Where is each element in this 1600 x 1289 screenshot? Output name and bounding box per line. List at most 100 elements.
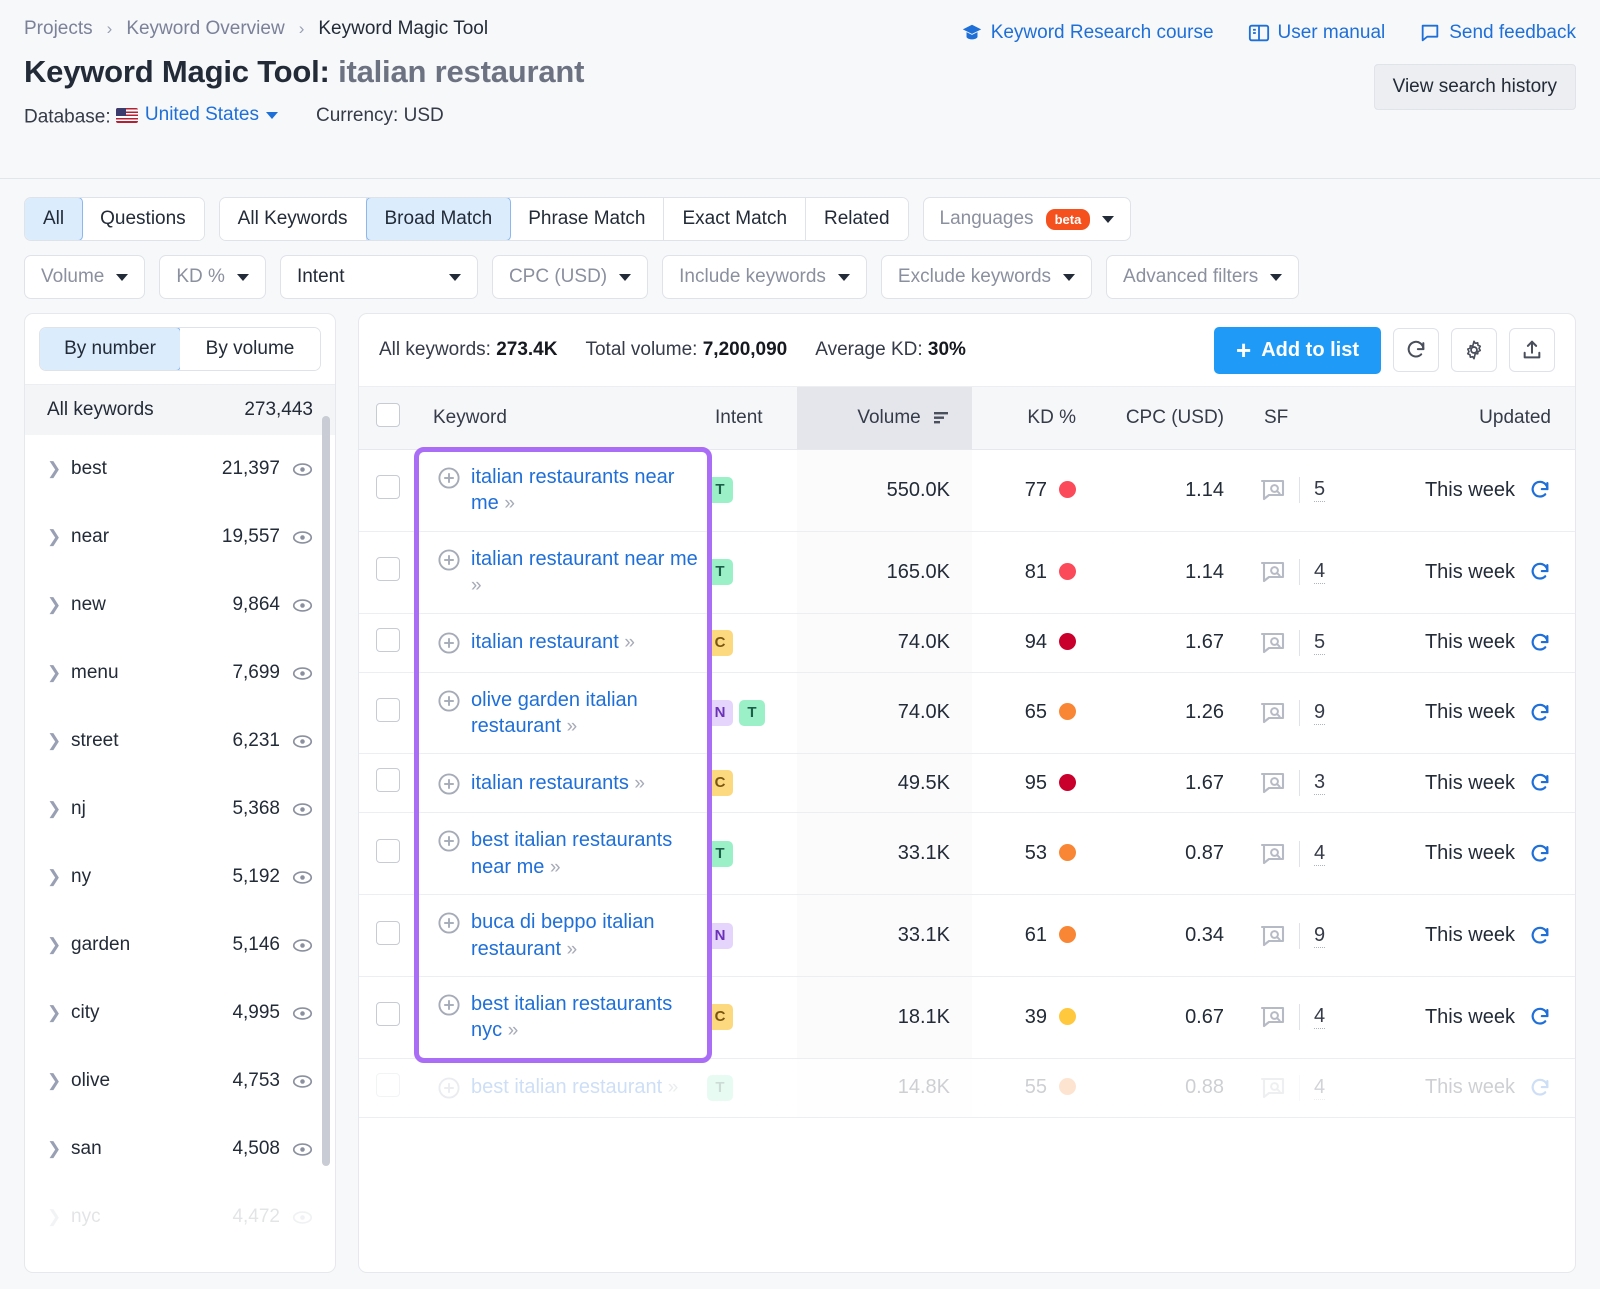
intent-badge-n[interactable]: N: [707, 700, 733, 726]
visibility-eye-icon[interactable]: [292, 867, 313, 888]
sidebar-group-item[interactable]: ❯nj5,368: [25, 775, 335, 843]
expand-keyword-icon[interactable]: »: [550, 857, 559, 878]
intent-badge-t[interactable]: T: [707, 477, 733, 503]
chevron-right-icon[interactable]: ❯: [47, 1071, 71, 1091]
row-checkbox[interactable]: [376, 1002, 400, 1026]
add-to-list-button[interactable]: + Add to list: [1214, 327, 1381, 374]
intent-badge-t[interactable]: T: [707, 1075, 733, 1101]
expand-keyword-icon[interactable]: »: [624, 632, 633, 653]
row-refresh-icon[interactable]: [1529, 772, 1551, 794]
row-checkbox[interactable]: [376, 557, 400, 581]
add-keyword-icon[interactable]: [437, 993, 461, 1017]
expand-keyword-icon[interactable]: »: [504, 493, 513, 514]
match-option-exact-match[interactable]: Exact Match: [664, 198, 806, 240]
filter-intent[interactable]: Intent: [280, 255, 478, 299]
expand-keyword-icon[interactable]: »: [508, 1020, 517, 1041]
sidebar-toggle-by-volume[interactable]: By volume: [180, 328, 320, 370]
filter-exclude-keywords[interactable]: Exclude keywords: [881, 255, 1092, 299]
row-refresh-icon[interactable]: [1529, 479, 1551, 501]
column-header-volume[interactable]: Volume: [797, 387, 972, 450]
chevron-right-icon[interactable]: ❯: [47, 459, 71, 479]
serp-preview-icon[interactable]: [1260, 925, 1285, 947]
sf-count[interactable]: 4: [1314, 842, 1325, 866]
breadcrumb-item-keyword-overview[interactable]: Keyword Overview: [126, 18, 284, 40]
intent-badge-t[interactable]: T: [739, 700, 765, 726]
sidebar-group-item[interactable]: ❯city4,995: [25, 979, 335, 1047]
visibility-eye-icon[interactable]: [292, 595, 313, 616]
chevron-right-icon[interactable]: ❯: [47, 731, 71, 751]
keyword-link[interactable]: best italian restaurants nyc »: [471, 991, 699, 1044]
sidebar-group-item[interactable]: ❯best21,397: [25, 435, 335, 503]
sidebar-all-keywords-row[interactable]: All keywords 273,443: [25, 384, 335, 435]
sf-count[interactable]: 5: [1314, 478, 1325, 502]
match-option-phrase-match[interactable]: Phrase Match: [510, 198, 664, 240]
column-header-updated[interactable]: Updated: [1362, 387, 1575, 450]
scope-option-all[interactable]: All: [24, 197, 83, 241]
send-feedback-link[interactable]: Send feedback: [1419, 22, 1576, 44]
serp-preview-icon[interactable]: [1260, 772, 1285, 794]
intent-badge-c[interactable]: C: [707, 770, 733, 796]
row-checkbox[interactable]: [376, 698, 400, 722]
select-all-checkbox[interactable]: [376, 403, 400, 427]
chevron-right-icon[interactable]: ❯: [47, 527, 71, 547]
column-header-kd[interactable]: KD %: [972, 387, 1092, 450]
sf-count[interactable]: 5: [1314, 631, 1325, 655]
visibility-eye-icon[interactable]: [292, 527, 313, 548]
row-checkbox[interactable]: [376, 628, 400, 652]
chevron-right-icon[interactable]: ❯: [47, 1003, 71, 1023]
match-option-related[interactable]: Related: [806, 198, 908, 240]
add-keyword-icon[interactable]: [437, 466, 461, 490]
filter-cpc[interactable]: CPC (USD): [492, 255, 648, 299]
column-header-keyword[interactable]: Keyword: [417, 387, 707, 450]
breadcrumb-item-keyword-magic-tool[interactable]: Keyword Magic Tool: [318, 18, 488, 40]
row-checkbox[interactable]: [376, 768, 400, 792]
serp-preview-icon[interactable]: [1260, 843, 1285, 865]
serp-preview-icon[interactable]: [1260, 702, 1285, 724]
sidebar-group-item[interactable]: ❯near19,557: [25, 503, 335, 571]
sidebar-group-item[interactable]: ❯street6,231: [25, 707, 335, 775]
sidebar-scrollbar[interactable]: [322, 416, 330, 1166]
chevron-right-icon[interactable]: ❯: [47, 935, 71, 955]
visibility-eye-icon[interactable]: [292, 459, 313, 480]
serp-preview-icon[interactable]: [1260, 1077, 1285, 1099]
intent-badge-c[interactable]: C: [707, 630, 733, 656]
sidebar-group-item[interactable]: ❯new9,864: [25, 571, 335, 639]
keyword-link[interactable]: best italian restaurants near me »: [471, 827, 699, 880]
visibility-eye-icon[interactable]: [292, 663, 313, 684]
intent-badge-t[interactable]: T: [707, 559, 733, 585]
table-settings-button[interactable]: [1451, 328, 1497, 372]
sf-count[interactable]: 3: [1314, 771, 1325, 795]
sf-count[interactable]: 9: [1314, 701, 1325, 725]
chevron-right-icon[interactable]: ❯: [47, 799, 71, 819]
row-checkbox[interactable]: [376, 839, 400, 863]
user-manual-link[interactable]: User manual: [1248, 22, 1386, 44]
export-button[interactable]: [1509, 328, 1555, 372]
add-keyword-icon[interactable]: [437, 911, 461, 935]
filter-kd[interactable]: KD %: [159, 255, 266, 299]
keyword-link[interactable]: italian restaurant »: [471, 629, 633, 655]
keyword-link[interactable]: italian restaurants »: [471, 770, 643, 796]
row-checkbox[interactable]: [376, 1073, 400, 1097]
match-option-broad-match[interactable]: Broad Match: [366, 197, 512, 241]
filter-advanced[interactable]: Advanced filters: [1106, 255, 1299, 299]
keyword-link[interactable]: buca di beppo italian restaurant »: [471, 909, 699, 962]
expand-keyword-icon[interactable]: »: [634, 773, 643, 794]
chevron-right-icon[interactable]: ❯: [47, 1139, 71, 1159]
sidebar-group-item[interactable]: ❯menu7,699: [25, 639, 335, 707]
column-header-intent[interactable]: Intent: [707, 387, 797, 450]
visibility-eye-icon[interactable]: [292, 1003, 313, 1024]
sidebar-group-item[interactable]: ❯san4,508: [25, 1115, 335, 1183]
keyword-link[interactable]: italian restaurant near me »: [471, 546, 699, 599]
visibility-eye-icon[interactable]: [292, 731, 313, 752]
breadcrumb-item-projects[interactable]: Projects: [24, 18, 93, 40]
expand-keyword-icon[interactable]: »: [567, 939, 576, 960]
visibility-eye-icon[interactable]: [292, 1207, 313, 1228]
serp-preview-icon[interactable]: [1260, 1006, 1285, 1028]
sidebar-group-item[interactable]: ❯ny5,192: [25, 843, 335, 911]
expand-keyword-icon[interactable]: »: [471, 575, 480, 596]
row-refresh-icon[interactable]: [1529, 632, 1551, 654]
database-selector[interactable]: United States: [116, 104, 278, 126]
add-keyword-icon[interactable]: [437, 548, 461, 572]
scope-option-questions[interactable]: Questions: [82, 198, 204, 240]
add-keyword-icon[interactable]: [437, 631, 461, 655]
